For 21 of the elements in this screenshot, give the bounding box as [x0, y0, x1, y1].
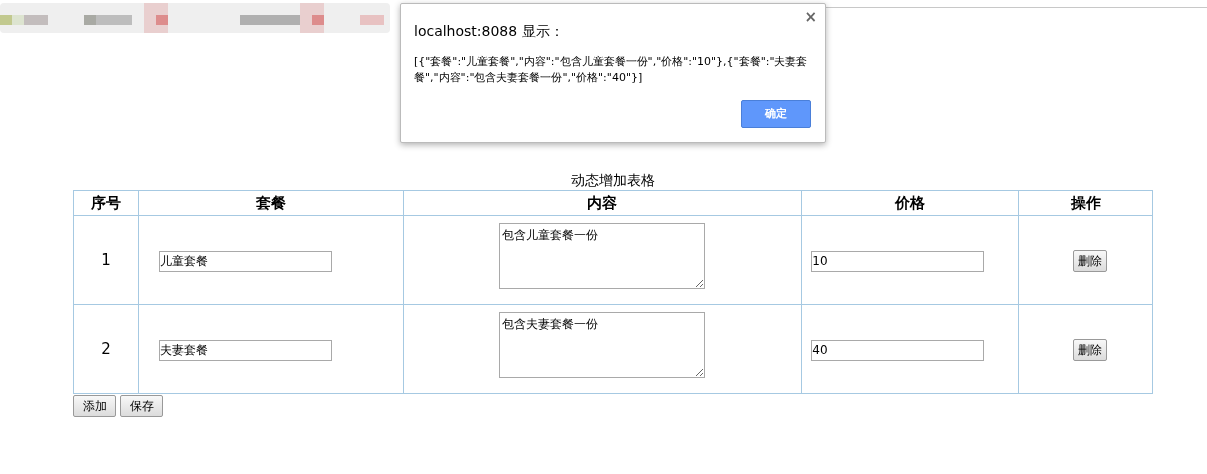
delete-button[interactable]: 删除	[1072, 250, 1107, 272]
meal-field[interactable]: 夫妻套餐	[159, 340, 333, 361]
table-cell: 2	[73, 304, 139, 394]
price-field[interactable]: 40	[811, 339, 985, 361]
action-button[interactable]: 添加	[73, 395, 116, 417]
meal-field[interactable]: 儿童套餐	[159, 251, 333, 272]
table-caption: 动态增加表格	[570, 171, 656, 190]
column-header: 价格	[801, 190, 1019, 216]
dialog-title: localhost:8088 显示：	[414, 22, 564, 41]
price-field[interactable]: 10	[811, 250, 985, 272]
delete-button[interactable]: 删除	[1072, 339, 1107, 361]
column-header: 套餐	[138, 190, 404, 216]
dialog-message: [{"套餐":"儿童套餐","内容":"包含儿童套餐一份","价格":"10"},{"套餐":"夫妻套餐","内容":"包含夫妻套餐一份","价格":"40"}]	[414, 54, 809, 86]
column-header: 序号	[73, 190, 139, 216]
column-header: 操作	[1018, 190, 1153, 216]
content-field[interactable]: 包含儿童套餐一份	[499, 222, 706, 289]
content-field[interactable]: 包含夫妻套餐一份	[499, 311, 706, 378]
close-button[interactable]: ×	[804, 10, 817, 25]
action-button[interactable]: 保存	[120, 395, 163, 417]
table-cell: 1	[73, 215, 139, 305]
column-header: 内容	[403, 190, 802, 216]
